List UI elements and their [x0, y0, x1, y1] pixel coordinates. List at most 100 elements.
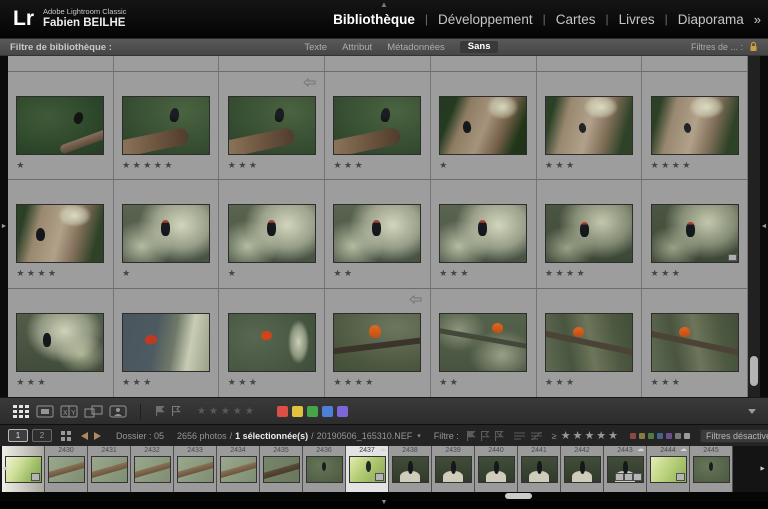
filter-preset-label[interactable]: Filtres de ... :	[691, 42, 743, 52]
filmstrip-thumbnail[interactable]	[91, 456, 128, 483]
photo-thumbnail[interactable]	[333, 313, 421, 372]
grid-cell[interactable]: ★★★★	[325, 289, 431, 397]
color-label-button-0[interactable]	[277, 406, 288, 417]
filter-tab-metadonnees[interactable]: Métadonnées	[387, 42, 445, 53]
right-panel-rail[interactable]: ◄	[760, 56, 768, 397]
pick-flag-icon[interactable]	[154, 405, 165, 417]
toolbar-options-chevron-icon[interactable]	[748, 409, 756, 414]
color-label-button-4[interactable]	[337, 406, 348, 417]
rating-comparator[interactable]: ≥	[552, 431, 557, 441]
grid-cell[interactable]: ★★★	[431, 180, 537, 288]
grid-cell[interactable]: ★	[114, 180, 220, 288]
next-photo-arrow-icon[interactable]	[94, 432, 101, 440]
module-livres[interactable]: Livres	[619, 12, 655, 27]
filmstrip-thumbnail[interactable]	[177, 456, 214, 483]
rating-filter-stars[interactable]: ★★★★★	[561, 429, 620, 442]
photo-thumbnail[interactable]	[439, 204, 527, 263]
filmstrip-cell[interactable]: 2430	[45, 446, 88, 492]
filmstrip-cell[interactable]: 2431	[88, 446, 131, 492]
photo-thumbnail[interactable]	[228, 96, 316, 155]
grid-cell[interactable]: ★★★★	[8, 180, 114, 288]
star-rating[interactable]: ★★★	[651, 377, 739, 388]
star-rating[interactable]: ★★★★	[16, 268, 104, 279]
photo-thumbnail[interactable]	[651, 204, 739, 263]
filmstrip-thumbnail[interactable]	[478, 456, 515, 483]
star-rating[interactable]: ★★★	[122, 377, 210, 388]
color-filter-dot-3[interactable]	[657, 433, 663, 439]
previous-photo-arrow-icon[interactable]	[81, 432, 88, 440]
star-rating[interactable]: ★★	[333, 268, 421, 279]
main-window-button[interactable]: 1	[8, 429, 28, 442]
filmstrip-cell[interactable]: 2434	[217, 446, 260, 492]
filmstrip-scroll-left-arrow[interactable]: ◄	[1, 466, 8, 473]
photo-thumbnail[interactable]	[439, 313, 527, 372]
module-cartes[interactable]: Cartes	[556, 12, 596, 27]
grid-cell[interactable]: ★★★★	[642, 72, 748, 180]
module-developpement[interactable]: Développement	[438, 12, 533, 27]
filmstrip-cell[interactable]: 2440	[475, 446, 518, 492]
star-rating[interactable]: ★★★	[16, 377, 104, 388]
grid-cell[interactable]: ★★★	[642, 180, 748, 288]
left-panel-collapse-arrow[interactable]: ►	[1, 223, 8, 230]
color-label-button-3[interactable]	[322, 406, 333, 417]
filmstrip-scrollbar-thumb[interactable]	[505, 493, 532, 499]
filmstrip-thumbnail[interactable]	[263, 456, 300, 483]
photo-thumbnail[interactable]	[16, 96, 104, 155]
star-rating[interactable]: ★★	[439, 377, 527, 388]
photo-thumbnail[interactable]	[651, 313, 739, 372]
filmstrip-cell[interactable]: 2436	[303, 446, 346, 492]
grid-cell[interactable]: ★	[219, 180, 325, 288]
filmstrip-thumbnail[interactable]	[134, 456, 171, 483]
photo-thumbnail[interactable]	[439, 96, 527, 155]
color-label-button-1[interactable]	[292, 406, 303, 417]
star-rating[interactable]: ★★★	[439, 268, 527, 279]
filmstrip-scroll-right-arrow[interactable]: ►	[759, 466, 766, 473]
photo-thumbnail[interactable]	[545, 96, 633, 155]
photo-thumbnail[interactable]	[122, 96, 210, 155]
top-panel-collapse-arrow[interactable]: ▲	[380, 0, 388, 9]
grid-cell[interactable]: ★	[431, 72, 537, 180]
filmstrip-cell[interactable]: 2432	[131, 446, 174, 492]
filmstrip-thumbnail[interactable]	[564, 456, 601, 483]
color-filter-dot-5[interactable]	[675, 433, 681, 439]
loupe-view-icon[interactable]	[36, 405, 54, 418]
filmstrip-thumbnail[interactable]	[5, 456, 42, 483]
unedited-filter-icon[interactable]	[530, 431, 543, 441]
left-panel-rail[interactable]: ►	[0, 56, 8, 397]
photo-thumbnail[interactable]	[122, 204, 210, 263]
grid-cell[interactable]: ★★★	[114, 289, 220, 397]
survey-view-icon[interactable]	[84, 405, 103, 418]
filter-preset-dropdown[interactable]: Filtres désactivés	[700, 429, 768, 443]
flag-reject-filter-icon[interactable]	[493, 430, 504, 442]
grid-cell[interactable]: ★	[8, 72, 114, 180]
color-filter-dot-4[interactable]	[666, 433, 672, 439]
grid-cell[interactable]: ★★★★	[537, 180, 643, 288]
photo-thumbnail[interactable]	[228, 204, 316, 263]
color-filter-dot-6[interactable]	[684, 433, 690, 439]
source-dropdown-caret-icon[interactable]: ▾	[417, 432, 421, 440]
grid-cell[interactable]: ★★★	[537, 289, 643, 397]
rating-stars[interactable]: ★★★★★	[197, 406, 257, 417]
star-rating[interactable]: ★★★	[228, 377, 316, 388]
compare-view-icon[interactable]: XY	[60, 405, 78, 418]
filmstrip-cell[interactable]: 2433	[174, 446, 217, 492]
photo-thumbnail[interactable]	[545, 313, 633, 372]
filter-tab-texte[interactable]: Texte	[304, 42, 327, 53]
grid-view-icon[interactable]	[12, 405, 30, 418]
filmstrip-cell[interactable]: 2438	[389, 446, 432, 492]
filmstrip-thumbnail[interactable]	[607, 456, 644, 483]
filmstrip-cell[interactable]: 2437☁	[346, 446, 389, 492]
grid-cell[interactable]: ★★★	[219, 72, 325, 180]
bottom-panel-collapse-arrow[interactable]: ▼	[381, 499, 388, 506]
star-rating[interactable]: ★★★	[651, 268, 739, 279]
module-overflow-chevron[interactable]: »	[754, 12, 761, 27]
people-view-icon[interactable]	[109, 405, 127, 418]
grid-cell[interactable]: ★★	[431, 289, 537, 397]
filmstrip-thumbnail[interactable]	[392, 456, 429, 483]
star-rating[interactable]: ★★★★★	[122, 160, 210, 171]
grid-cell[interactable]: ★★	[325, 180, 431, 288]
second-window-button[interactable]: 2	[32, 429, 52, 442]
grid-cell[interactable]: ★★★	[8, 289, 114, 397]
photo-thumbnail[interactable]	[545, 204, 633, 263]
photo-thumbnail[interactable]	[228, 313, 316, 372]
